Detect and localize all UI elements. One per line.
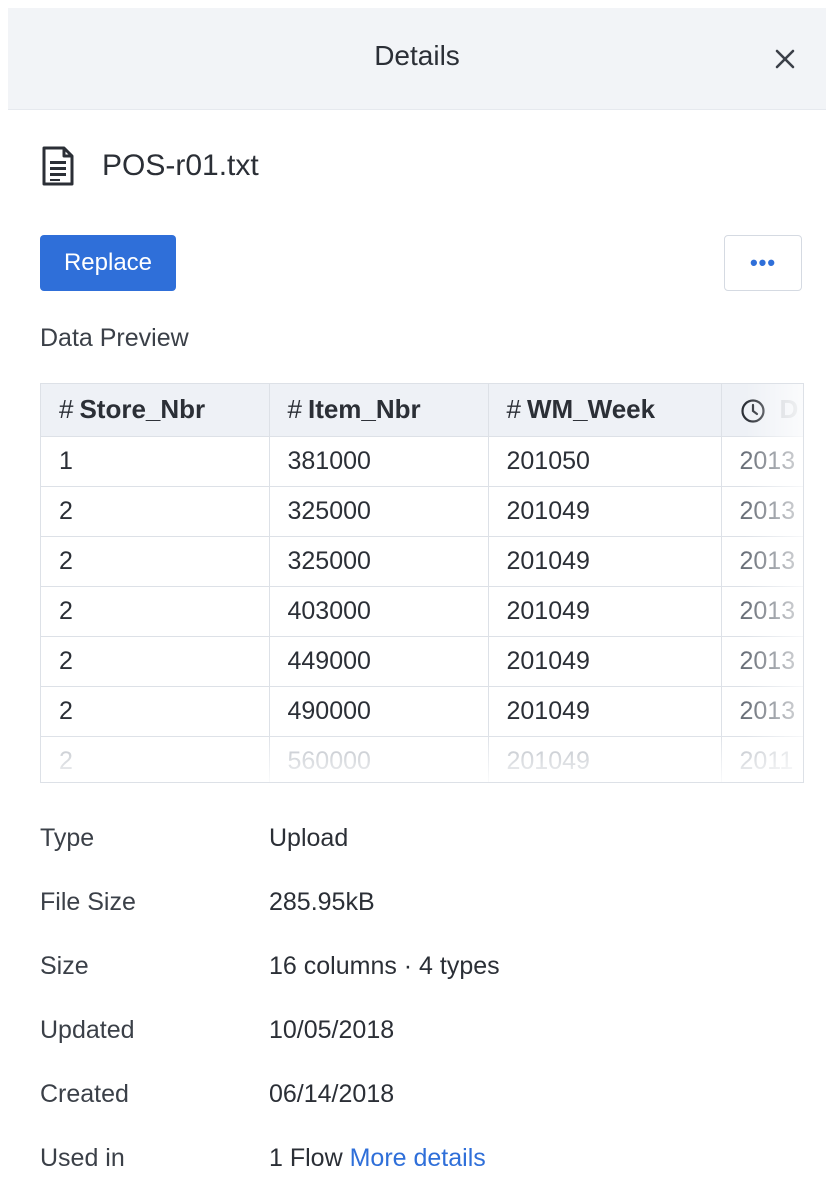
- meta-key: Created: [40, 1080, 129, 1108]
- clock-icon: [740, 399, 765, 423]
- table-row: 2 560000 201049 2011: [41, 736, 803, 782]
- table-cell: 2013: [721, 486, 803, 537]
- table-cell: 2: [41, 636, 270, 687]
- table-cell: 490000: [269, 686, 489, 737]
- column-header-wm-week[interactable]: # WM_Week: [488, 384, 722, 437]
- table-cell: 2013: [721, 686, 803, 737]
- table-cell: 2: [41, 736, 270, 782]
- meta-value: 16 columns · 4 types: [269, 952, 500, 980]
- table-row: 2 403000 201049 2013: [41, 586, 803, 637]
- meta-key: Updated: [40, 1016, 135, 1044]
- meta-key: Type: [40, 824, 95, 852]
- meta-value: 10/05/2018: [269, 1016, 395, 1044]
- table-cell: 201049: [488, 586, 722, 637]
- table-cell: 2: [41, 686, 270, 737]
- panel-title: Details: [374, 40, 460, 71]
- table-cell: 2: [41, 586, 270, 637]
- table-header-row: # Store_Nbr # Item_Nbr # WM_Week D: [41, 384, 803, 437]
- more-details-link[interactable]: More details: [350, 1144, 486, 1172]
- meta-row-used-in: Used in 1 Flow More details: [40, 1134, 804, 1198]
- table-row: 1 381000 201050 2013: [41, 436, 803, 487]
- panel-header: Details: [8, 8, 826, 110]
- table-row: 2 449000 201049 2013: [41, 636, 803, 687]
- more-options-button[interactable]: •••: [724, 235, 802, 291]
- table-cell: 201050: [488, 436, 722, 487]
- table-cell: 201049: [488, 736, 722, 782]
- table-cell: 2013: [721, 536, 803, 587]
- meta-row-file-size: File Size 285.95kB: [40, 878, 804, 942]
- meta-value: 1 Flow More details: [269, 1144, 486, 1173]
- column-header-item-nbr[interactable]: # Item_Nbr: [269, 384, 489, 437]
- table-cell: 2013: [721, 586, 803, 637]
- table-cell: 449000: [269, 636, 489, 687]
- column-header-date[interactable]: D: [721, 384, 803, 437]
- table-cell: 2013: [721, 436, 803, 487]
- table-cell: 2: [41, 536, 270, 587]
- table-cell: 560000: [269, 736, 489, 782]
- table-cell: 201049: [488, 536, 722, 587]
- table-cell: 1: [41, 436, 270, 487]
- file-name: POS-r01.txt: [102, 149, 259, 182]
- meta-row-type: Type Upload: [40, 814, 804, 878]
- replace-button[interactable]: Replace: [40, 235, 176, 291]
- meta-row-created: Created 06/14/2018: [40, 1070, 804, 1134]
- data-preview-table[interactable]: # Store_Nbr # Item_Nbr # WM_Week D 1 381000: [40, 383, 804, 783]
- table-cell: 2013: [721, 636, 803, 687]
- data-preview-label: Data Preview: [40, 324, 189, 352]
- table-cell: 201049: [488, 486, 722, 537]
- table-cell: 2: [41, 486, 270, 537]
- table-cell: 2011: [721, 736, 803, 782]
- meta-key: File Size: [40, 888, 136, 916]
- file-title-row: POS-r01.txt: [40, 144, 259, 188]
- meta-row-updated: Updated 10/05/2018: [40, 1006, 804, 1070]
- file-metadata: Type Upload File Size 285.95kB Size 16 c…: [40, 814, 804, 1198]
- number-type-icon: #: [506, 394, 521, 425]
- table-row: 2 325000 201049 2013: [41, 536, 803, 587]
- column-header-store-nbr[interactable]: # Store_Nbr: [41, 384, 270, 437]
- details-panel: Details POS-r01.txt Replace ••• Data Pre…: [8, 8, 826, 1172]
- number-type-icon: #: [287, 394, 302, 425]
- meta-value: 06/14/2018: [269, 1080, 395, 1108]
- meta-key: Size: [40, 952, 89, 980]
- flow-count: 1 Flow: [269, 1144, 343, 1172]
- number-type-icon: #: [59, 394, 74, 425]
- table-cell: 325000: [269, 486, 489, 537]
- meta-value: 285.95kB: [269, 888, 375, 916]
- table-row: 2 325000 201049 2013: [41, 486, 803, 537]
- table-cell: 325000: [269, 536, 489, 587]
- table-cell: 201049: [488, 686, 722, 737]
- table-cell: 403000: [269, 586, 489, 637]
- more-options-icon: •••: [749, 250, 777, 275]
- table-cell: 201049: [488, 636, 722, 687]
- table-row: 2 490000 201049 2013: [41, 686, 803, 737]
- meta-key: Used in: [40, 1144, 125, 1172]
- meta-value: Upload: [269, 824, 349, 852]
- close-icon[interactable]: [770, 44, 800, 74]
- table-cell: 381000: [269, 436, 489, 487]
- document-icon: [42, 146, 74, 186]
- meta-row-size: Size 16 columns · 4 types: [40, 942, 804, 1006]
